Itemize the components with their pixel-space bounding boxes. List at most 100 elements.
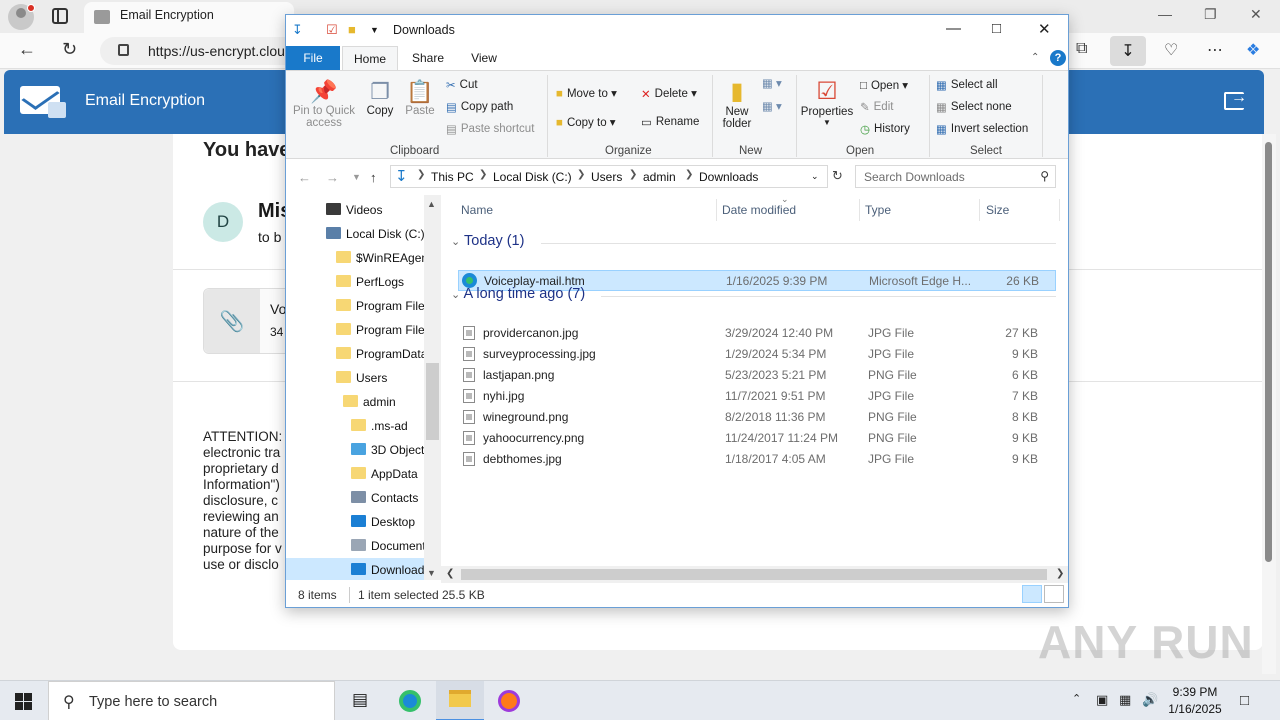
network-icon[interactable]: ▦: [1119, 692, 1131, 708]
copy-path-button[interactable]: ▤ Copy path: [446, 100, 513, 114]
search-downloads-input[interactable]: Search Downloads ⚲: [855, 165, 1056, 188]
invert-selection-button[interactable]: ▦ Invert selection: [936, 122, 1028, 136]
browser-essentials-icon[interactable]: ♡: [1164, 40, 1178, 60]
collections-icon[interactable]: ⧉: [1076, 40, 1087, 58]
path-breadcrumb[interactable]: ↧ ❯ This PC ❯ Local Disk (C:) ❯ Users ❯ …: [390, 165, 828, 188]
details-view-icon[interactable]: [1022, 585, 1042, 603]
device-icon[interactable]: ▣: [1096, 692, 1108, 708]
taskbar-clock[interactable]: 9:39 PM 1/16/2025: [1160, 684, 1230, 718]
select-none-button[interactable]: ▦ Select none: [936, 100, 1012, 114]
tree-item[interactable]: admin: [286, 390, 440, 414]
volume-icon[interactable]: 🔊: [1142, 692, 1158, 708]
file-row[interactable]: providercanon.jpg 3/29/2024 12:40 PM JPG F…: [458, 323, 1056, 344]
breadcrumb-admin[interactable]: admin: [643, 170, 676, 184]
browser-close-icon[interactable]: ✕: [1250, 6, 1262, 23]
horizontal-scrollbar[interactable]: ❮ ❯: [441, 566, 1068, 583]
refresh-folder-icon[interactable]: ↻: [832, 168, 843, 184]
tree-item[interactable]: PerfLogs: [286, 270, 440, 294]
explorer-close-icon[interactable]: ✕: [1038, 20, 1051, 38]
scroll-right-icon[interactable]: ❯: [1056, 568, 1064, 579]
file-explorer-taskbar-icon[interactable]: [436, 681, 484, 720]
tree-item[interactable]: Program Files (x86): [286, 318, 440, 342]
tree-item[interactable]: Desktop: [286, 510, 440, 534]
navigation-pane-scrollbar[interactable]: ▲ ▼: [424, 195, 441, 580]
edge-taskbar-icon[interactable]: [386, 681, 434, 720]
quick-access-download-icon[interactable]: ↧: [292, 22, 303, 38]
refresh-icon[interactable]: ↻: [62, 39, 77, 60]
rename-button[interactable]: ▭ Rename: [641, 115, 699, 129]
tab-file[interactable]: File: [286, 46, 340, 70]
move-to-button[interactable]: ■ Move to ▾: [556, 86, 617, 100]
recent-locations-icon[interactable]: ▼: [352, 172, 361, 182]
show-hidden-icons-icon[interactable]: ⌃: [1072, 692, 1081, 705]
breadcrumb-local-disk[interactable]: Local Disk (C:): [493, 170, 572, 184]
tree-item[interactable]: 3D Objects: [286, 438, 440, 462]
more-options-icon[interactable]: ⋯: [1207, 40, 1223, 60]
tree-item[interactable]: .ms-ad: [286, 414, 440, 438]
tree-item[interactable]: Users: [286, 366, 440, 390]
help-icon[interactable]: ?: [1050, 50, 1066, 66]
copilot-icon[interactable]: ❖: [1246, 40, 1260, 60]
tree-item[interactable]: Contacts: [286, 486, 440, 510]
explorer-minimize-icon[interactable]: —: [946, 20, 961, 37]
tree-item[interactable]: Videos: [286, 198, 440, 222]
history-button[interactable]: ◷ History: [860, 122, 910, 136]
taskbar-search-box[interactable]: ⚲ Type here to search: [48, 681, 335, 720]
back-arrow-icon[interactable]: ←: [18, 39, 36, 60]
browser-restore-icon[interactable]: ❐: [1204, 6, 1217, 23]
tree-item[interactable]: ProgramData: [286, 342, 440, 366]
tree-item[interactable]: $WinREAgent: [286, 246, 440, 270]
delete-button[interactable]: ✕ Delete ▾: [641, 86, 697, 101]
cut-button[interactable]: ✂ Cut: [446, 78, 478, 92]
column-header-name[interactable]: Name: [461, 203, 493, 217]
new-folder-qat-icon[interactable]: ■: [348, 22, 356, 37]
back-icon[interactable]: ←: [298, 170, 311, 185]
column-header-size[interactable]: Size: [986, 203, 1009, 217]
select-all-button[interactable]: ▦ Select all: [936, 78, 998, 92]
tab-view[interactable]: View: [460, 46, 508, 70]
forward-icon[interactable]: →: [326, 170, 339, 185]
browser-minimize-icon[interactable]: —: [1158, 6, 1172, 22]
browser-tab[interactable]: Email Encryption: [84, 2, 294, 33]
tab-actions-icon[interactable]: [52, 8, 68, 24]
qat-dropdown-icon[interactable]: ▼: [370, 25, 379, 35]
scroll-left-icon[interactable]: ❮: [446, 568, 454, 579]
file-row[interactable]: wineground.png 8/2/2018 11:36 PM PNG File 8…: [458, 407, 1056, 428]
collapse-ribbon-icon[interactable]: ⌃: [1031, 52, 1039, 63]
properties-button[interactable]: ☑ Properties ▼: [798, 77, 856, 127]
column-header-date[interactable]: Date modified: [722, 203, 796, 217]
path-dropdown-icon[interactable]: ⌄: [811, 171, 819, 182]
group-header-long-ago[interactable]: ⌄ A long time ago (7): [451, 286, 585, 302]
file-row[interactable]: lastjapan.png 5/23/2023 5:21 PM PNG File 6 …: [458, 365, 1056, 386]
downloads-button[interactable]: ↧: [1110, 36, 1146, 66]
up-icon[interactable]: ↑: [370, 170, 377, 185]
open-button[interactable]: □ Open ▾: [860, 78, 908, 92]
file-row[interactable]: yahoocurrency.png 11/24/2017 11:24 PM PNG …: [458, 428, 1056, 449]
group-header-today[interactable]: ⌄ Today (1): [451, 233, 524, 249]
tree-item[interactable]: Program Files: [286, 294, 440, 318]
task-view-icon[interactable]: ▤: [336, 681, 384, 720]
tree-item[interactable]: Local Disk (C:): [286, 222, 440, 246]
logout-icon[interactable]: [1224, 89, 1247, 110]
paste-button[interactable]: 📋 Paste: [402, 79, 438, 117]
tab-share[interactable]: Share: [404, 46, 452, 70]
file-row[interactable]: surveyprocessing.jpg 1/29/2024 5:34 PM JPG…: [458, 344, 1056, 365]
new-item-icon[interactable]: ▦ ▾: [762, 76, 782, 90]
breadcrumb-downloads[interactable]: Downloads: [699, 170, 758, 184]
file-row[interactable]: nyhi.jpg 11/7/2021 9:51 PM JPG File 7 KB: [458, 386, 1056, 407]
pin-quick-access-button[interactable]: 📌 Pin to Quick access: [290, 79, 358, 129]
column-header-type[interactable]: Type: [865, 203, 891, 217]
scroll-up-icon[interactable]: ▲: [427, 199, 436, 209]
tree-item[interactable]: Downloads: [286, 558, 440, 580]
edit-button[interactable]: ✎ Edit: [860, 100, 893, 114]
breadcrumb-this-pc[interactable]: This PC: [431, 170, 474, 184]
paste-shortcut-button[interactable]: ▤ Paste shortcut: [446, 122, 534, 136]
tab-home[interactable]: Home: [342, 46, 398, 70]
new-folder-button[interactable]: ▮ New folder: [716, 77, 758, 130]
file-row[interactable]: debthomes.jpg 1/18/2017 4:05 AM JPG File 9 …: [458, 449, 1056, 470]
large-icons-view-icon[interactable]: [1044, 585, 1064, 603]
properties-qat-icon[interactable]: ☑: [326, 22, 338, 38]
breadcrumb-users[interactable]: Users: [591, 170, 622, 184]
notifications-icon[interactable]: □: [1240, 692, 1249, 709]
scroll-down-icon[interactable]: ▼: [427, 568, 436, 578]
